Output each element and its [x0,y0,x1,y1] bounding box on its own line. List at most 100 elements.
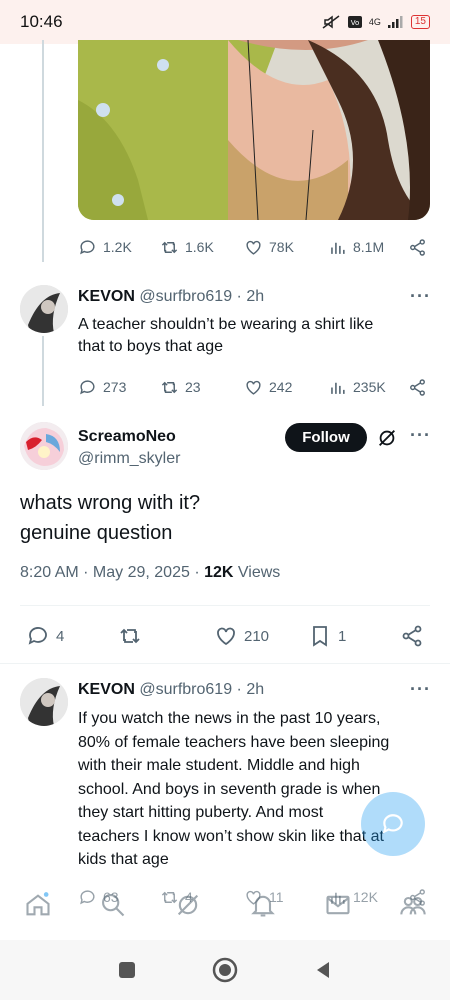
retweet-count: 23 [185,379,201,395]
reply-text-line: that to boys that age [78,338,223,355]
main-tweet-text: whats wrong with it? genuine question [20,488,200,548]
reply-text: If you watch the news in the past 10 yea… [78,707,389,872]
retweet-button[interactable] [118,624,142,648]
home-button-icon[interactable] [212,957,238,983]
system-nav-bar [0,940,450,1000]
share-button[interactable] [408,378,427,397]
back-button-icon[interactable] [313,960,333,980]
mail-icon[interactable] [324,891,352,919]
chat-bubble-icon [382,814,403,834]
status-bar: 10:46 Vo 4G 15 [0,0,450,44]
divider [0,663,450,664]
volte-icon: Vo [347,16,362,28]
grok-icon[interactable] [174,891,202,919]
share-icon [402,625,422,647]
retweet-icon [161,381,178,393]
avatar[interactable] [20,285,68,333]
more-options-icon[interactable]: ··· [410,679,431,700]
divider [20,605,430,606]
author-name: KEVON [78,288,135,305]
network-type: 4G [368,17,381,27]
svg-text:Vo: Vo [351,19,360,27]
author-name: ScreamoNeo [78,428,176,445]
like-count: 78K [269,239,294,255]
communities-icon[interactable] [399,891,427,919]
more-options-icon[interactable]: ··· [410,286,431,307]
recents-button-icon[interactable] [117,960,137,980]
main-author[interactable]: ScreamoNeo @rimm_skyler [78,426,180,470]
retweet-icon [161,241,178,253]
views-label: Views [233,564,281,581]
heart-icon [246,380,261,395]
reply-text-line: kids that age [78,851,169,868]
avatar[interactable] [20,422,68,470]
more-options-icon[interactable]: ··· [410,425,431,446]
author-name: KEVON [78,681,135,698]
retweet-count: 1.6K [185,239,214,255]
reply-text-line: If you watch the news in the past 10 yea… [78,710,381,727]
avatar[interactable] [20,678,68,726]
tweet-media-image[interactable] [78,40,430,220]
mute-icon [322,15,340,29]
views-button[interactable]: 8.1M [328,238,384,257]
share-button[interactable] [408,238,427,257]
retweet-button[interactable]: 1.6K [160,238,214,257]
views-count: 235K [353,379,386,395]
share-icon [410,378,425,396]
share-icon [410,238,425,256]
reply-count: 1.2K [103,239,132,255]
home-icon[interactable] [24,891,52,919]
like-button[interactable]: 210 [214,624,269,648]
views-button[interactable]: 235K [328,378,386,397]
views-icon [331,242,345,254]
reply-icon [80,239,95,254]
like-button[interactable]: 78K [244,238,294,257]
signal-icon [387,16,403,28]
bookmark-button[interactable]: 1 [308,624,346,648]
search-icon[interactable] [99,891,127,919]
reply-text: A teacher shouldn’t be wearing a shirt l… [78,314,373,358]
reply-text-line: 80% of female teachers have been sleepin… [78,733,390,751]
retweet-button[interactable]: 23 [160,378,201,397]
reply1-actions: 273 23 242 235K [0,374,450,400]
status-icons: Vo 4G 15 [321,14,430,30]
reply-icon [28,627,47,645]
status-time: 10:46 [20,12,63,31]
tweet-meta: 8:20 AM · May 29, 2025 · 12K Views [20,564,280,582]
reply-count: 273 [103,379,127,395]
retweet-icon [120,628,140,644]
heart-icon [246,240,261,255]
top-tweet-actions: 1.2K 1.6K 78K 8.1M [0,234,450,260]
like-count: 242 [269,379,293,395]
author-handle: @surfbro619 · 2h [139,681,265,698]
follow-button[interactable]: Follow [285,423,367,452]
reply-text-line: school. And boys in seventh grade is whe… [78,780,381,798]
reply-author[interactable]: KEVON @surfbro619 · 2h [78,288,264,306]
like-button[interactable]: 242 [244,378,292,397]
bookmark-count: 1 [338,627,347,645]
timestamp: 8:20 AM · May 29, 2025 · [20,564,205,581]
reply-icon [80,379,95,394]
main-text-line: genuine question [20,522,173,544]
reply-author[interactable]: KEVON @surfbro619 · 2h [78,681,264,699]
main-tweet-actions: 4 210 1 [0,622,450,650]
thread-line [42,40,44,262]
reply-button[interactable]: 1.2K [78,238,132,257]
heart-icon [217,627,235,646]
author-handle: @surfbro619 · 2h [139,288,265,305]
bottom-nav [0,878,450,932]
like-count: 210 [244,627,270,645]
bookmark-icon [313,626,327,647]
reply-button[interactable]: 4 [26,624,64,648]
views-count: 8.1M [353,239,385,255]
author-handle: @rimm_skyler [78,450,181,467]
views-total: 12K [204,564,234,581]
share-button[interactable] [400,624,424,648]
bell-icon[interactable] [249,891,277,919]
compose-fab[interactable] [361,792,425,856]
grok-icon[interactable] [376,427,398,449]
reply-text-line: with their male student. Middle and high [78,757,360,774]
reply-text-line: teachers I know won’t show skin like tha… [78,827,384,845]
reply-button[interactable]: 273 [78,378,126,397]
views-icon [331,382,345,394]
